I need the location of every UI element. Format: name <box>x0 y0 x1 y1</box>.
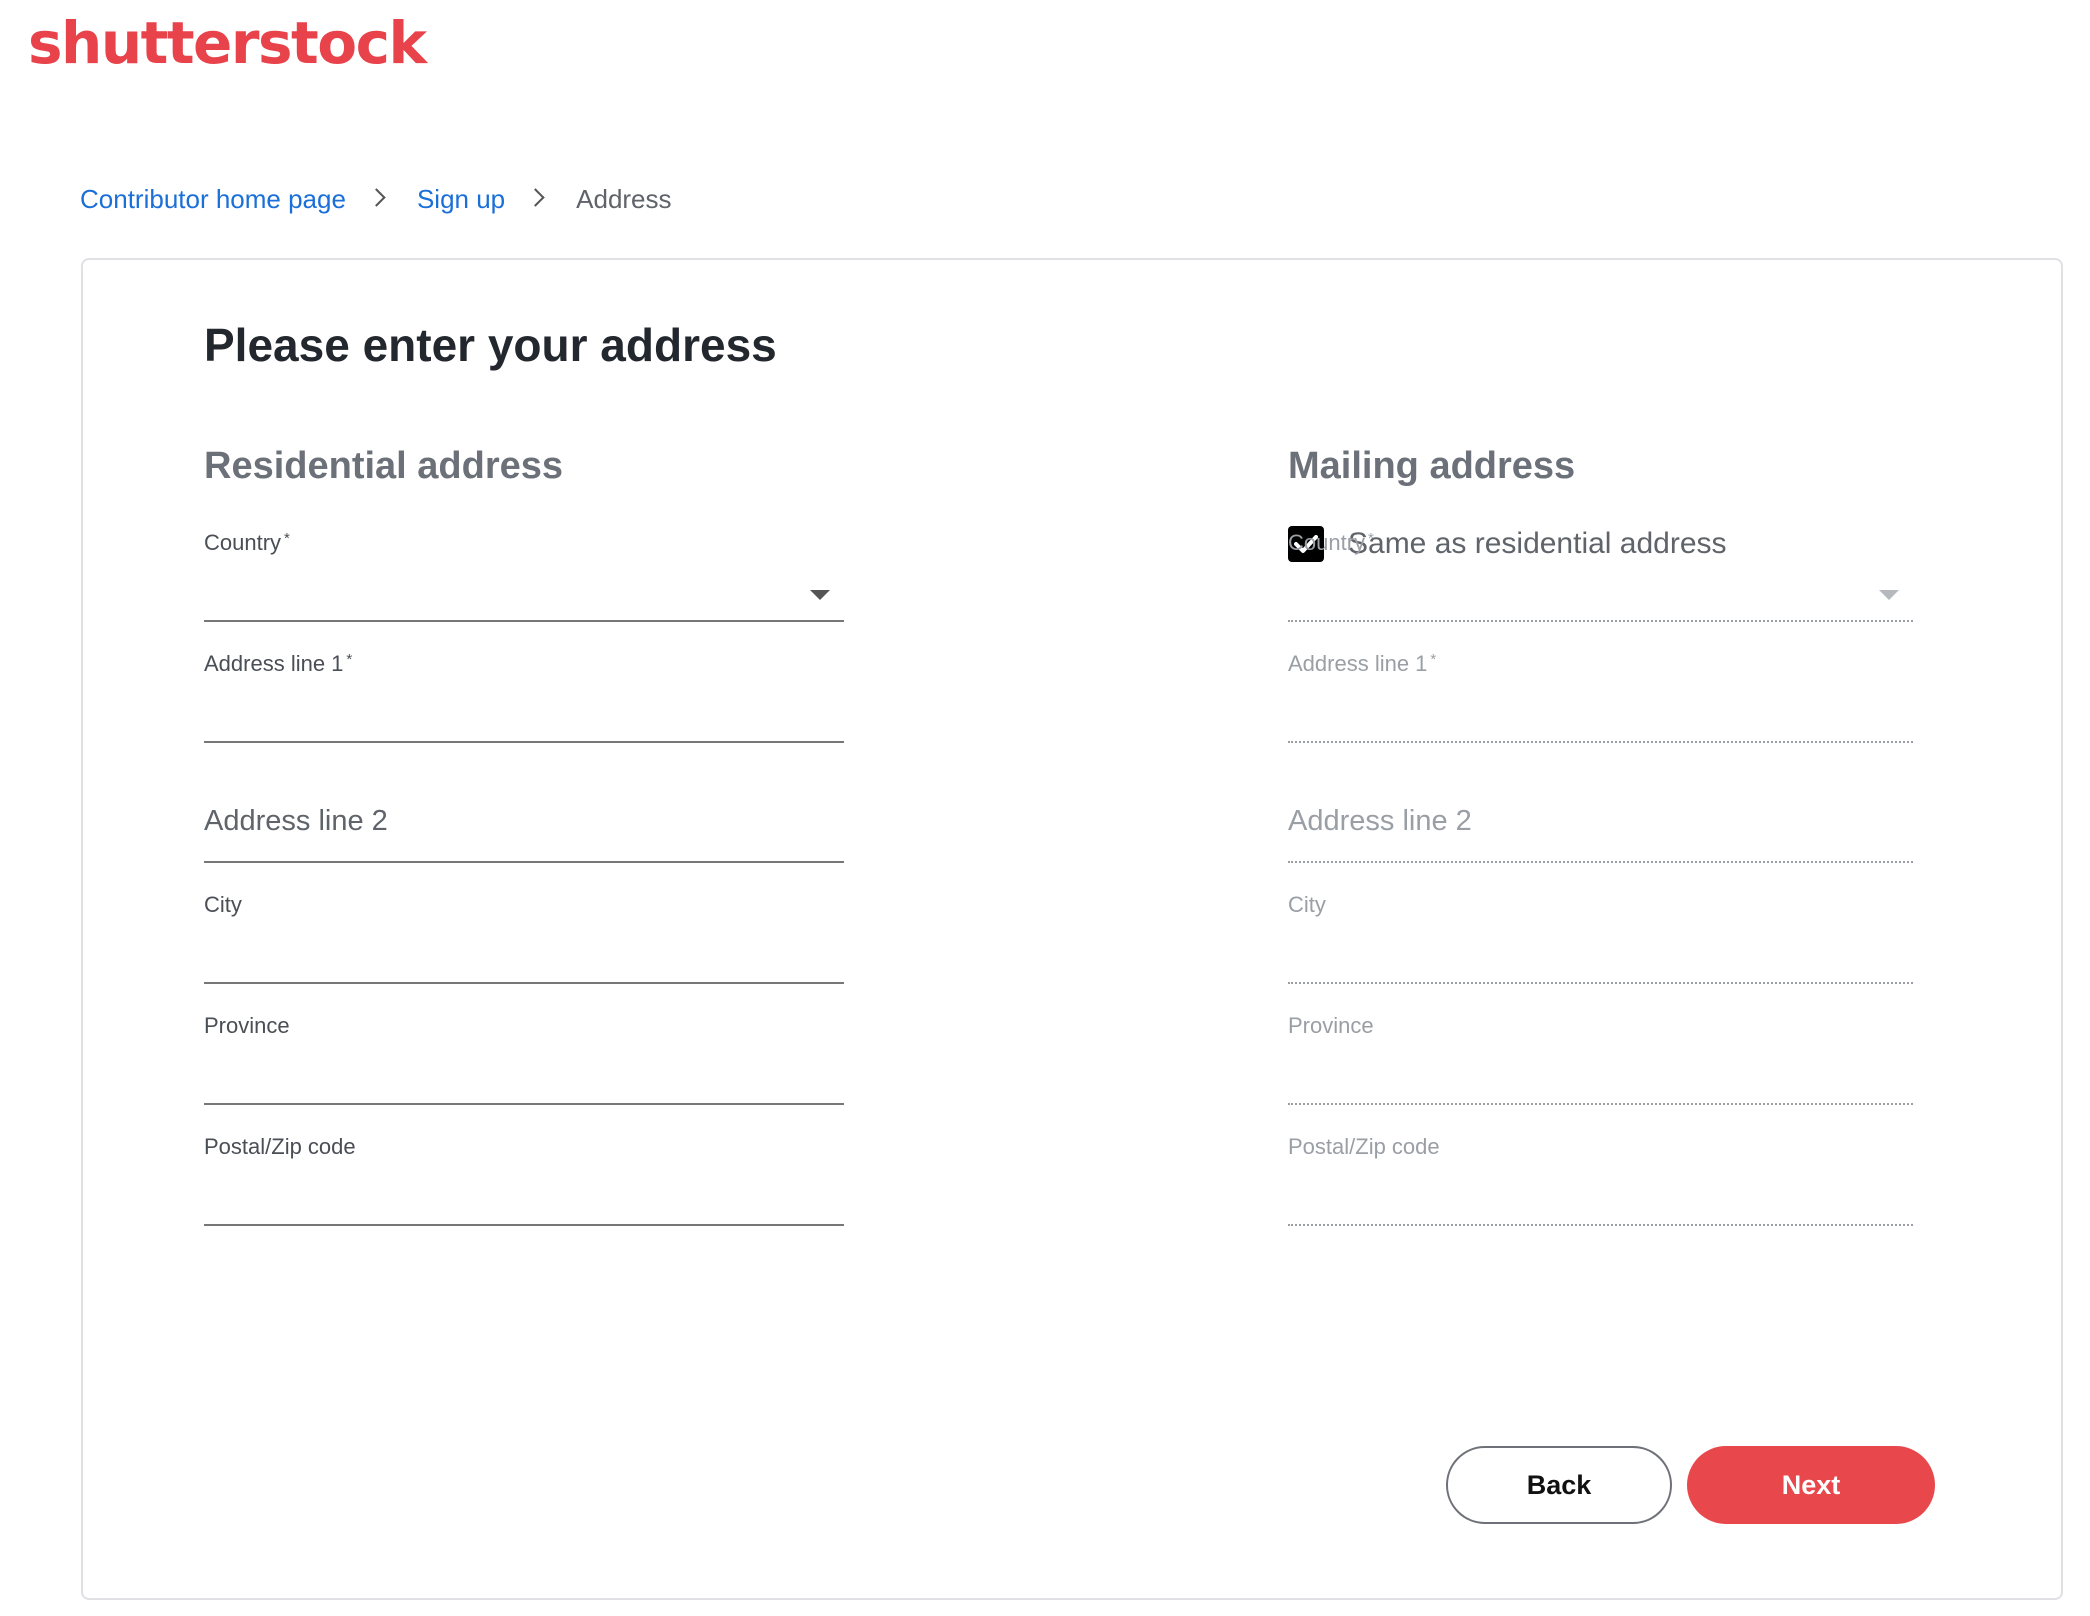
province-label: Province <box>1288 1013 1374 1038</box>
mailing-country-select: Country * <box>1288 522 1913 622</box>
residential-country-select[interactable]: Country * <box>204 522 844 622</box>
residential-postal-code-field[interactable]: Postal/Zip code <box>204 1126 844 1226</box>
breadcrumb: Contributor home page Sign up Address <box>80 186 672 212</box>
shutterstock-logo[interactable]: shutterstock <box>28 14 427 72</box>
residential-address-line2-field[interactable]: Address line 2 <box>204 763 844 863</box>
mailing-address-line2-field: Address line 2 <box>1288 763 1913 863</box>
mailing-address-line1-field: Address line 1 * <box>1288 643 1913 743</box>
breadcrumb-link-sign-up[interactable]: Sign up <box>417 186 505 212</box>
city-label: City <box>1288 892 1326 917</box>
postal-code-label: Postal/Zip code <box>204 1134 356 1159</box>
residential-address-heading: Residential address <box>204 445 564 487</box>
mailing-province-field: Province <box>1288 1005 1913 1105</box>
city-label: City <box>204 892 242 917</box>
chevron-right-icon <box>367 187 386 207</box>
breadcrumb-link-contributor-home[interactable]: Contributor home page <box>80 186 346 212</box>
next-button[interactable]: Next <box>1687 1446 1935 1524</box>
address-line1-label: Address line 1 * <box>1288 651 1437 676</box>
back-button[interactable]: Back <box>1446 1446 1672 1524</box>
mailing-postal-code-field: Postal/Zip code <box>1288 1126 1913 1226</box>
caret-down-icon <box>1879 590 1899 600</box>
address-form-card: Please enter your address Residential ad… <box>81 258 2063 1600</box>
address-line1-label: Address line 1 * <box>204 651 353 676</box>
postal-code-label: Postal/Zip code <box>1288 1134 1440 1159</box>
mailing-city-field: City <box>1288 884 1913 984</box>
address-line2-label: Address line 2 <box>1288 805 1472 837</box>
chevron-right-icon <box>526 187 545 207</box>
residential-province-field[interactable]: Province <box>204 1005 844 1105</box>
breadcrumb-current: Address <box>576 184 672 214</box>
province-label: Province <box>204 1013 290 1038</box>
residential-address-line1-field[interactable]: Address line 1 * <box>204 643 844 743</box>
address-line2-label: Address line 2 <box>204 805 388 837</box>
country-label: Country * <box>1288 530 1374 555</box>
mailing-address-heading: Mailing address <box>1288 445 1576 487</box>
residential-city-field[interactable]: City <box>204 884 844 984</box>
page-title: Please enter your address <box>204 319 777 371</box>
country-label: Country * <box>204 530 290 555</box>
caret-down-icon <box>810 590 830 600</box>
